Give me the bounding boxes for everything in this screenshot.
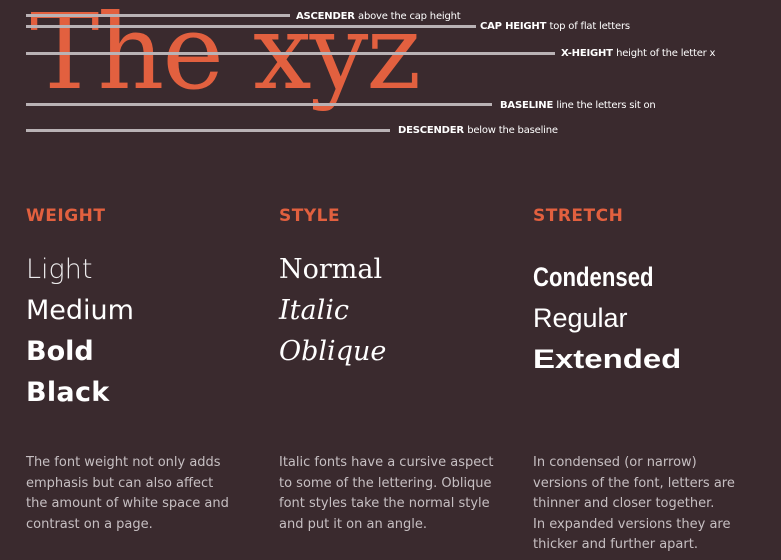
weight-description: The font weight not only adds emphasis b… <box>26 453 248 535</box>
cap-height-line <box>26 25 476 28</box>
stretch-samples: Condensed Regular Extended <box>533 257 765 457</box>
cap-height-description: top of flat letters <box>549 21 631 32</box>
stretch-sample-condensed: Condensed <box>533 262 654 292</box>
style-description-line: to some of the lettering. Oblique <box>279 475 492 491</box>
weight-sample-light: Light <box>26 254 93 285</box>
style-sample-italic: Italic <box>279 295 350 326</box>
weight-sample-medium: Medium <box>26 295 134 326</box>
stretch-sample-condensed-row: Condensed <box>533 257 765 298</box>
stretch-column: STRETCH Condensed Regular Extended <box>533 205 765 457</box>
weight-description-line: emphasis but can also affect <box>26 475 214 491</box>
weight-heading: WEIGHT <box>26 206 106 226</box>
style-sample-oblique: Oblique <box>279 336 387 367</box>
weight-sample-black: Black <box>26 377 110 408</box>
stretch-sample-regular: Regular <box>533 303 628 333</box>
ascender-label: ASCENDER above the cap height <box>296 11 461 22</box>
stretch-description-line: thinner and closer together. <box>533 496 715 511</box>
style-description-line: and put it on an angle. <box>279 516 428 532</box>
baseline-line <box>26 103 492 106</box>
weight-description-line: the amount of white space and <box>26 496 229 511</box>
weight-column: WEIGHT Light Medium Bold Black <box>26 205 258 449</box>
stretch-sample-extended-row: Extended <box>533 339 765 380</box>
stretch-heading: STRETCH <box>533 206 624 226</box>
weight-description-line: contrast on a page. <box>26 516 153 532</box>
style-heading: STYLE <box>279 206 341 226</box>
weight-description-line: The font weight not only adds <box>26 455 221 470</box>
cap-height-label: CAP HEIGHT top of flat letters <box>480 21 631 32</box>
stretch-description-line: In expanded versions they are <box>533 516 731 532</box>
descender-line <box>26 129 390 132</box>
stretch-description-line: versions of the font, letters are <box>533 475 735 491</box>
style-description: Italic fonts have a cursive aspect to so… <box>279 453 501 535</box>
x-height-line <box>26 52 555 55</box>
descender-label: DESCENDER below the baseline <box>398 125 558 136</box>
x-height-label: X-HEIGHT height of the letter x <box>561 48 716 59</box>
style-samples: Normal Italic Oblique <box>279 249 511 449</box>
style-column: STYLE Normal Italic Oblique <box>279 205 511 449</box>
stretch-sample-extended: Extended <box>533 344 682 374</box>
x-height-description: height of the letter x <box>616 48 716 59</box>
weight-sample-bold: Bold <box>26 336 94 367</box>
stretch-description-line: In condensed (or narrow) <box>533 455 697 470</box>
weight-samples: Light Medium Bold Black <box>26 249 258 449</box>
ascender-description: above the cap height <box>358 11 461 22</box>
ascender-line <box>26 14 290 17</box>
baseline-description: line the letters sit on <box>556 100 656 111</box>
baseline-label: BASELINE line the letters sit on <box>500 100 656 111</box>
style-sample-normal: Normal <box>279 254 383 285</box>
style-description-line: Italic fonts have a cursive aspect <box>279 455 494 470</box>
style-description-line: font styles take the normal style <box>279 496 490 511</box>
stretch-description-line: thicker and further apart. <box>533 537 698 552</box>
stretch-description: In condensed (or narrow) versions of the… <box>533 453 755 556</box>
descender-description: below the baseline <box>467 125 558 136</box>
